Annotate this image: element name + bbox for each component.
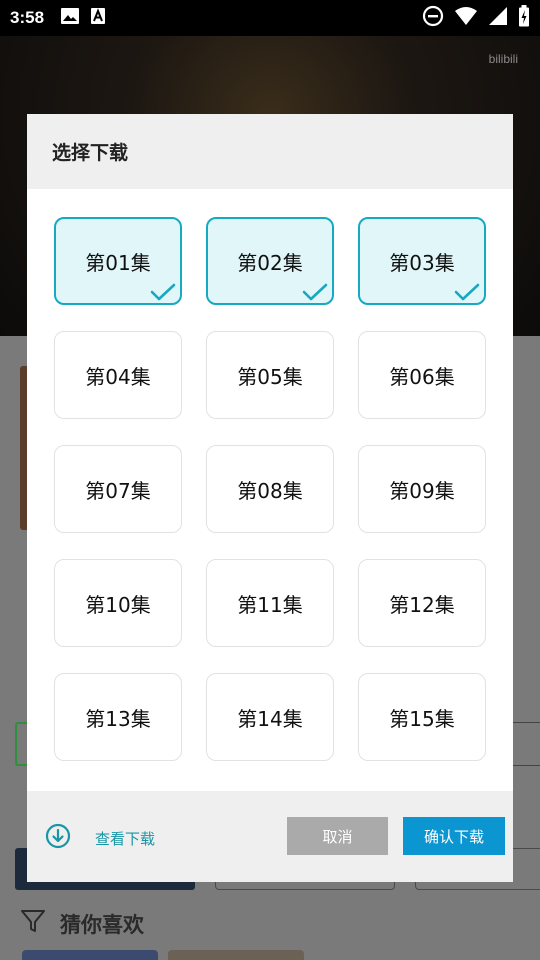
episode-item[interactable]: 第13集 <box>54 673 182 761</box>
checkmark-icon <box>302 282 328 301</box>
episode-label: 第05集 <box>237 364 303 389</box>
wifi-icon <box>454 6 478 30</box>
episode-item[interactable]: 第15集 <box>358 673 486 761</box>
download-dialog: 选择下载 第01集 第02集 第03集第04集 第05集 第06集第07集 第08集 第09… <box>27 114 513 882</box>
episode-item[interactable]: 第03集 <box>358 217 486 305</box>
view-downloads-link[interactable]: 查看下载 <box>45 823 155 853</box>
recommend-section-header: 猜你喜欢 <box>20 908 144 939</box>
status-bar: 3:58 <box>0 0 540 36</box>
do-not-disturb-icon <box>422 5 444 31</box>
episode-label: 第04集 <box>85 364 151 389</box>
episode-label: 第09集 <box>389 478 455 503</box>
episode-item[interactable]: 第09集 <box>358 445 486 533</box>
episode-item[interactable]: 第05集 <box>206 331 334 419</box>
bilibili-logo: bilibili <box>488 52 518 66</box>
status-time: 3:58 <box>10 8 45 27</box>
cancel-button[interactable]: 取消 <box>287 817 388 855</box>
episode-grid: 第01集 第02集 第03集第04集 第05集 第06集第07集 第08集 第09集第10集… <box>54 217 486 761</box>
episode-item[interactable]: 第02集 <box>206 217 334 305</box>
episode-label: 第08集 <box>237 478 303 503</box>
episode-label: 第07集 <box>85 478 151 503</box>
checkmark-icon <box>454 282 480 301</box>
background-card <box>168 950 304 960</box>
episode-item[interactable]: 第14集 <box>206 673 334 761</box>
episode-label: 第15集 <box>389 706 455 731</box>
background-card <box>22 950 158 960</box>
recommend-section-title: 猜你喜欢 <box>60 912 144 937</box>
episode-label: 第13集 <box>85 706 151 731</box>
image-icon <box>60 7 80 29</box>
dialog-title: 选择下载 <box>52 142 129 164</box>
episode-label: 第02集 <box>237 250 303 275</box>
background-fragment <box>513 722 540 766</box>
confirm-download-button[interactable]: 确认下载 <box>403 817 505 855</box>
view-downloads-label: 查看下载 <box>95 829 156 848</box>
episode-label: 第06集 <box>389 364 455 389</box>
episode-item[interactable]: 第10集 <box>54 559 182 647</box>
episode-label: 第11集 <box>237 592 303 617</box>
download-circle-icon <box>45 823 71 853</box>
episode-label: 第12集 <box>389 592 455 617</box>
episode-item[interactable]: 第11集 <box>206 559 334 647</box>
episode-label: 第10集 <box>85 592 151 617</box>
checkmark-icon <box>150 282 176 301</box>
episode-item[interactable]: 第07集 <box>54 445 182 533</box>
dialog-footer: 查看下载 取消 确认下载 <box>27 791 513 882</box>
episode-label: 第03集 <box>389 250 455 275</box>
episode-label: 第01集 <box>85 250 151 275</box>
episode-item[interactable]: 第01集 <box>54 217 182 305</box>
a-font-icon <box>90 7 106 29</box>
episode-item[interactable]: 第06集 <box>358 331 486 419</box>
episode-label: 第14集 <box>237 706 303 731</box>
filter-icon <box>20 908 46 939</box>
signal-icon <box>488 6 508 30</box>
episode-item[interactable]: 第12集 <box>358 559 486 647</box>
episode-item[interactable]: 第08集 <box>206 445 334 533</box>
dialog-header: 选择下载 <box>27 114 513 189</box>
episode-item[interactable]: 第04集 <box>54 331 182 419</box>
battery-icon <box>518 5 530 31</box>
